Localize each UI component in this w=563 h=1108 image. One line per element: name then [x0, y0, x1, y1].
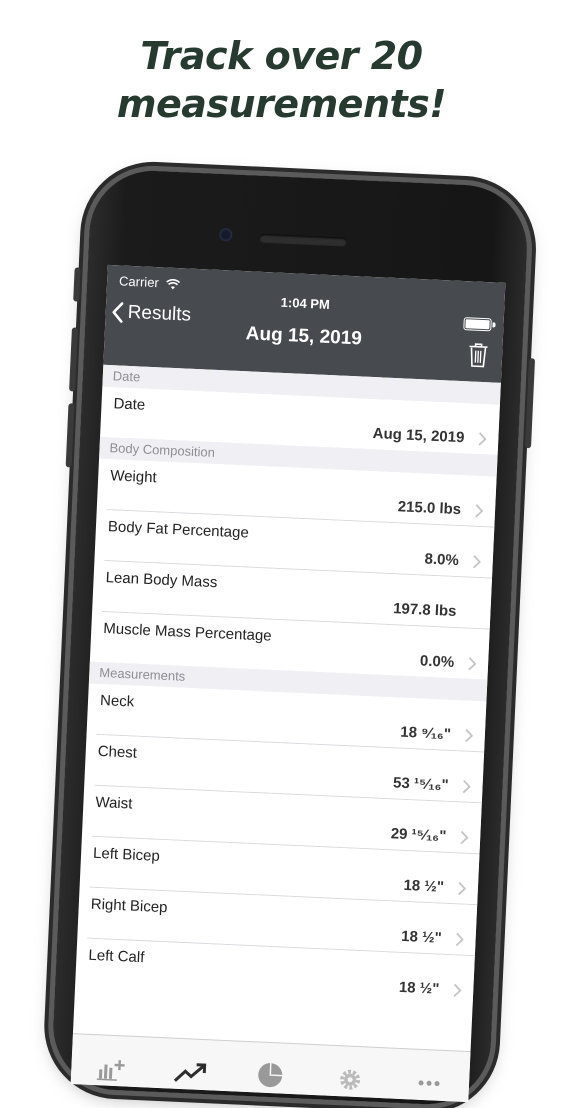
chevron-right-icon [468, 657, 477, 671]
row-label: Left Bicep [92, 844, 161, 865]
row-value: 18 ½" [403, 876, 445, 896]
tab-settings[interactable] [329, 1066, 370, 1094]
pie-chart-icon [258, 1063, 283, 1088]
front-camera [219, 227, 233, 242]
chevron-right-icon [478, 432, 487, 446]
headline-line-1: Track over 20 [140, 34, 423, 78]
headline-line-2: measurements! [116, 82, 447, 126]
row-label: Neck [99, 691, 135, 711]
row-label: Date [113, 395, 146, 414]
battery-icon [463, 317, 492, 332]
row-value: 197.8 lbs [392, 600, 457, 621]
row-label: Weight [109, 467, 158, 487]
row-label: Lean Body Mass [105, 569, 218, 592]
row-value: 8.0% [424, 550, 460, 570]
tab-more[interactable] [409, 1069, 450, 1097]
row-label: Muscle Mass Percentage [102, 620, 272, 645]
row-value: 215.0 lbs [397, 498, 462, 519]
chevron-right-icon [455, 932, 464, 947]
chevron-right-icon [475, 504, 484, 518]
row-value: 18 ⁹⁄₁₆" [399, 723, 452, 743]
volume-up-button [69, 327, 78, 392]
earpiece-speaker [259, 233, 348, 247]
chevron-right-icon [464, 728, 474, 743]
tab-add-results[interactable] [91, 1055, 132, 1083]
gear-icon [339, 1069, 360, 1090]
silent-switch [73, 267, 81, 302]
battery-tip [492, 322, 496, 328]
row-label: Waist [95, 793, 133, 813]
row-value: 29 ¹⁵⁄₁₆" [390, 825, 447, 845]
row-label: Left Calf [88, 946, 145, 967]
chevron-right-icon [462, 779, 471, 794]
page-title: Aug 15, 2019 [245, 323, 363, 350]
add-chart-icon [96, 1060, 125, 1081]
row-label: Right Bicep [90, 895, 168, 917]
row-label: Body Fat Percentage [107, 518, 250, 542]
power-button [524, 358, 536, 449]
chevron-right-icon [453, 983, 462, 997]
chevron-right-icon [460, 830, 469, 845]
row-value: 0.0% [419, 652, 455, 671]
tab-progress[interactable] [170, 1061, 211, 1087]
more-icon [418, 1080, 440, 1087]
results-list: Date Date Aug 15, 2019 Body Composition … [75, 364, 501, 1007]
row-label: Chest [97, 742, 138, 762]
phone-screen: Carrier 1:04 PM Results Aug 15, 2019 Dat… [70, 264, 506, 1103]
navigation-bar: Carrier 1:04 PM Results Aug 15, 2019 [103, 264, 506, 383]
phone-frame: Carrier 1:04 PM Results Aug 15, 2019 Dat… [50, 168, 536, 1107]
row-value: 18 ½" [400, 927, 443, 947]
tab-bar [70, 1033, 471, 1103]
volume-down-button [65, 403, 75, 468]
chevron-right-icon [458, 881, 467, 896]
tab-stats[interactable] [250, 1060, 291, 1090]
row-value: 53 ¹⁵⁄₁₆" [392, 774, 449, 794]
promo-headline: Track over 20 measurements! [0, 32, 563, 128]
trend-up-icon [174, 1063, 207, 1082]
section-measurements: Neck 18 ⁹⁄₁₆" Chest 53 ¹⁵⁄₁₆" Waist 29 ¹… [75, 683, 487, 1007]
trash-icon[interactable] [467, 341, 488, 373]
row-value: 18 ½" [398, 978, 440, 998]
chevron-right-icon [472, 555, 482, 569]
row-value: Aug 15, 2019 [372, 425, 465, 447]
section-body-composition: Weight 215.0 lbs Body Fat Percentage 8.0… [90, 459, 497, 680]
